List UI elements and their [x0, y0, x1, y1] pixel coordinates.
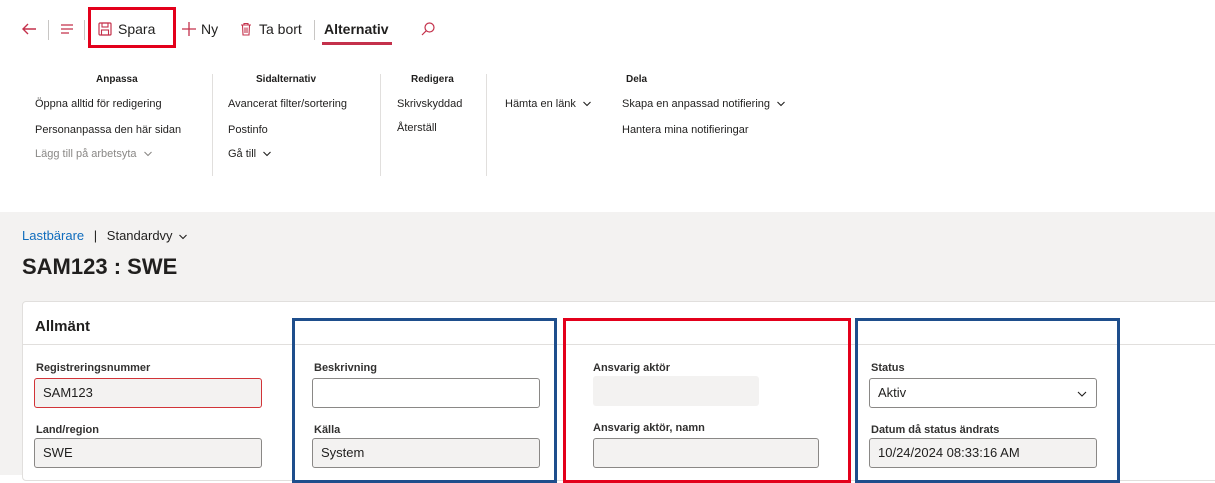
tab-options[interactable]: Alternativ [324, 14, 389, 44]
chevron-down-icon [263, 151, 272, 157]
ribbon-item-record-info[interactable]: Postinfo [228, 124, 268, 136]
ribbon-item-read-only[interactable]: Skrivskyddad [397, 98, 462, 110]
active-tab-indicator [322, 42, 392, 45]
toolbar-separator [314, 20, 315, 40]
ribbon-item-restore[interactable]: Återställ [397, 122, 437, 134]
search-button[interactable] [420, 14, 436, 44]
delete-label: Ta bort [259, 21, 302, 37]
new-label: Ny [201, 21, 219, 37]
hamburger-icon [61, 24, 73, 34]
breadcrumb-separator: | [93, 228, 98, 243]
delete-button[interactable]: Ta bort [238, 14, 302, 44]
ribbon-item-add-to-workspace-label: Lägg till på arbetsyta [35, 148, 137, 160]
ribbon-group-title-customize: Anpassa [96, 74, 138, 85]
ribbon-group-title-share: Dela [626, 74, 648, 85]
toolbar-separator [84, 20, 85, 40]
registration-label: Registreringsnummer [36, 362, 151, 374]
back-button[interactable] [20, 14, 38, 44]
ribbon-divider [212, 74, 213, 176]
view-selector[interactable]: Standardvy [107, 228, 188, 243]
ribbon-divider [486, 74, 487, 176]
trash-icon [241, 22, 251, 36]
registration-field[interactable]: SAM123 [34, 378, 262, 408]
ribbon-item-add-to-workspace: Lägg till på arbetsyta [35, 148, 153, 160]
highlight-box-column-4 [855, 318, 1120, 483]
country-field[interactable]: SWE [34, 438, 262, 468]
ribbon-item-manage-notifications[interactable]: Hantera mina notifieringar [622, 124, 749, 136]
plus-icon [182, 22, 196, 36]
back-arrow-icon [22, 23, 36, 35]
chevron-down-icon [777, 101, 785, 107]
highlight-box-column-3 [563, 318, 851, 483]
new-button[interactable]: Ny [180, 14, 218, 44]
chevron-down-icon [583, 101, 591, 107]
ribbon-item-advanced-filter[interactable]: Avancerat filter/sortering [228, 98, 347, 110]
ribbon-group-title-edit: Redigera [411, 74, 454, 85]
ribbon-item-get-link[interactable]: Hämta en länk [505, 98, 592, 110]
chevron-down-icon [179, 234, 188, 239]
tab-options-label: Alternativ [324, 21, 389, 37]
breadcrumb-link[interactable]: Lastbärare [22, 228, 84, 243]
ribbon-item-go-to[interactable]: Gå till [228, 148, 272, 160]
chevron-down-icon [143, 151, 152, 157]
ribbon-item-get-link-label: Hämta en länk [505, 98, 576, 110]
toolbar-separator [48, 20, 49, 40]
country-label: Land/region [36, 424, 99, 436]
save-highlight-box [88, 7, 176, 48]
ribbon-item-go-to-label: Gå till [228, 148, 257, 160]
breadcrumb: Lastbärare | Standardvy [22, 228, 188, 243]
fasttab-header[interactable]: Allmänt [35, 318, 90, 335]
menu-button[interactable] [59, 14, 75, 44]
ribbon-divider [380, 74, 381, 176]
ribbon-item-create-notification-label: Skapa en anpassad notifiering [622, 98, 770, 110]
ribbon-item-create-notification[interactable]: Skapa en anpassad notifiering [622, 98, 786, 110]
ribbon-group-title-page-options: Sidalternativ [256, 74, 317, 85]
page-title: SAM123 : SWE [22, 254, 178, 279]
ribbon-item-personalize-page[interactable]: Personanpassa den här sidan [35, 124, 181, 136]
highlight-box-column-2 [292, 318, 557, 483]
search-icon [421, 22, 435, 36]
ribbon-item-always-open-edit[interactable]: Öppna alltid för redigering [35, 98, 162, 110]
view-selector-label: Standardvy [106, 228, 173, 243]
